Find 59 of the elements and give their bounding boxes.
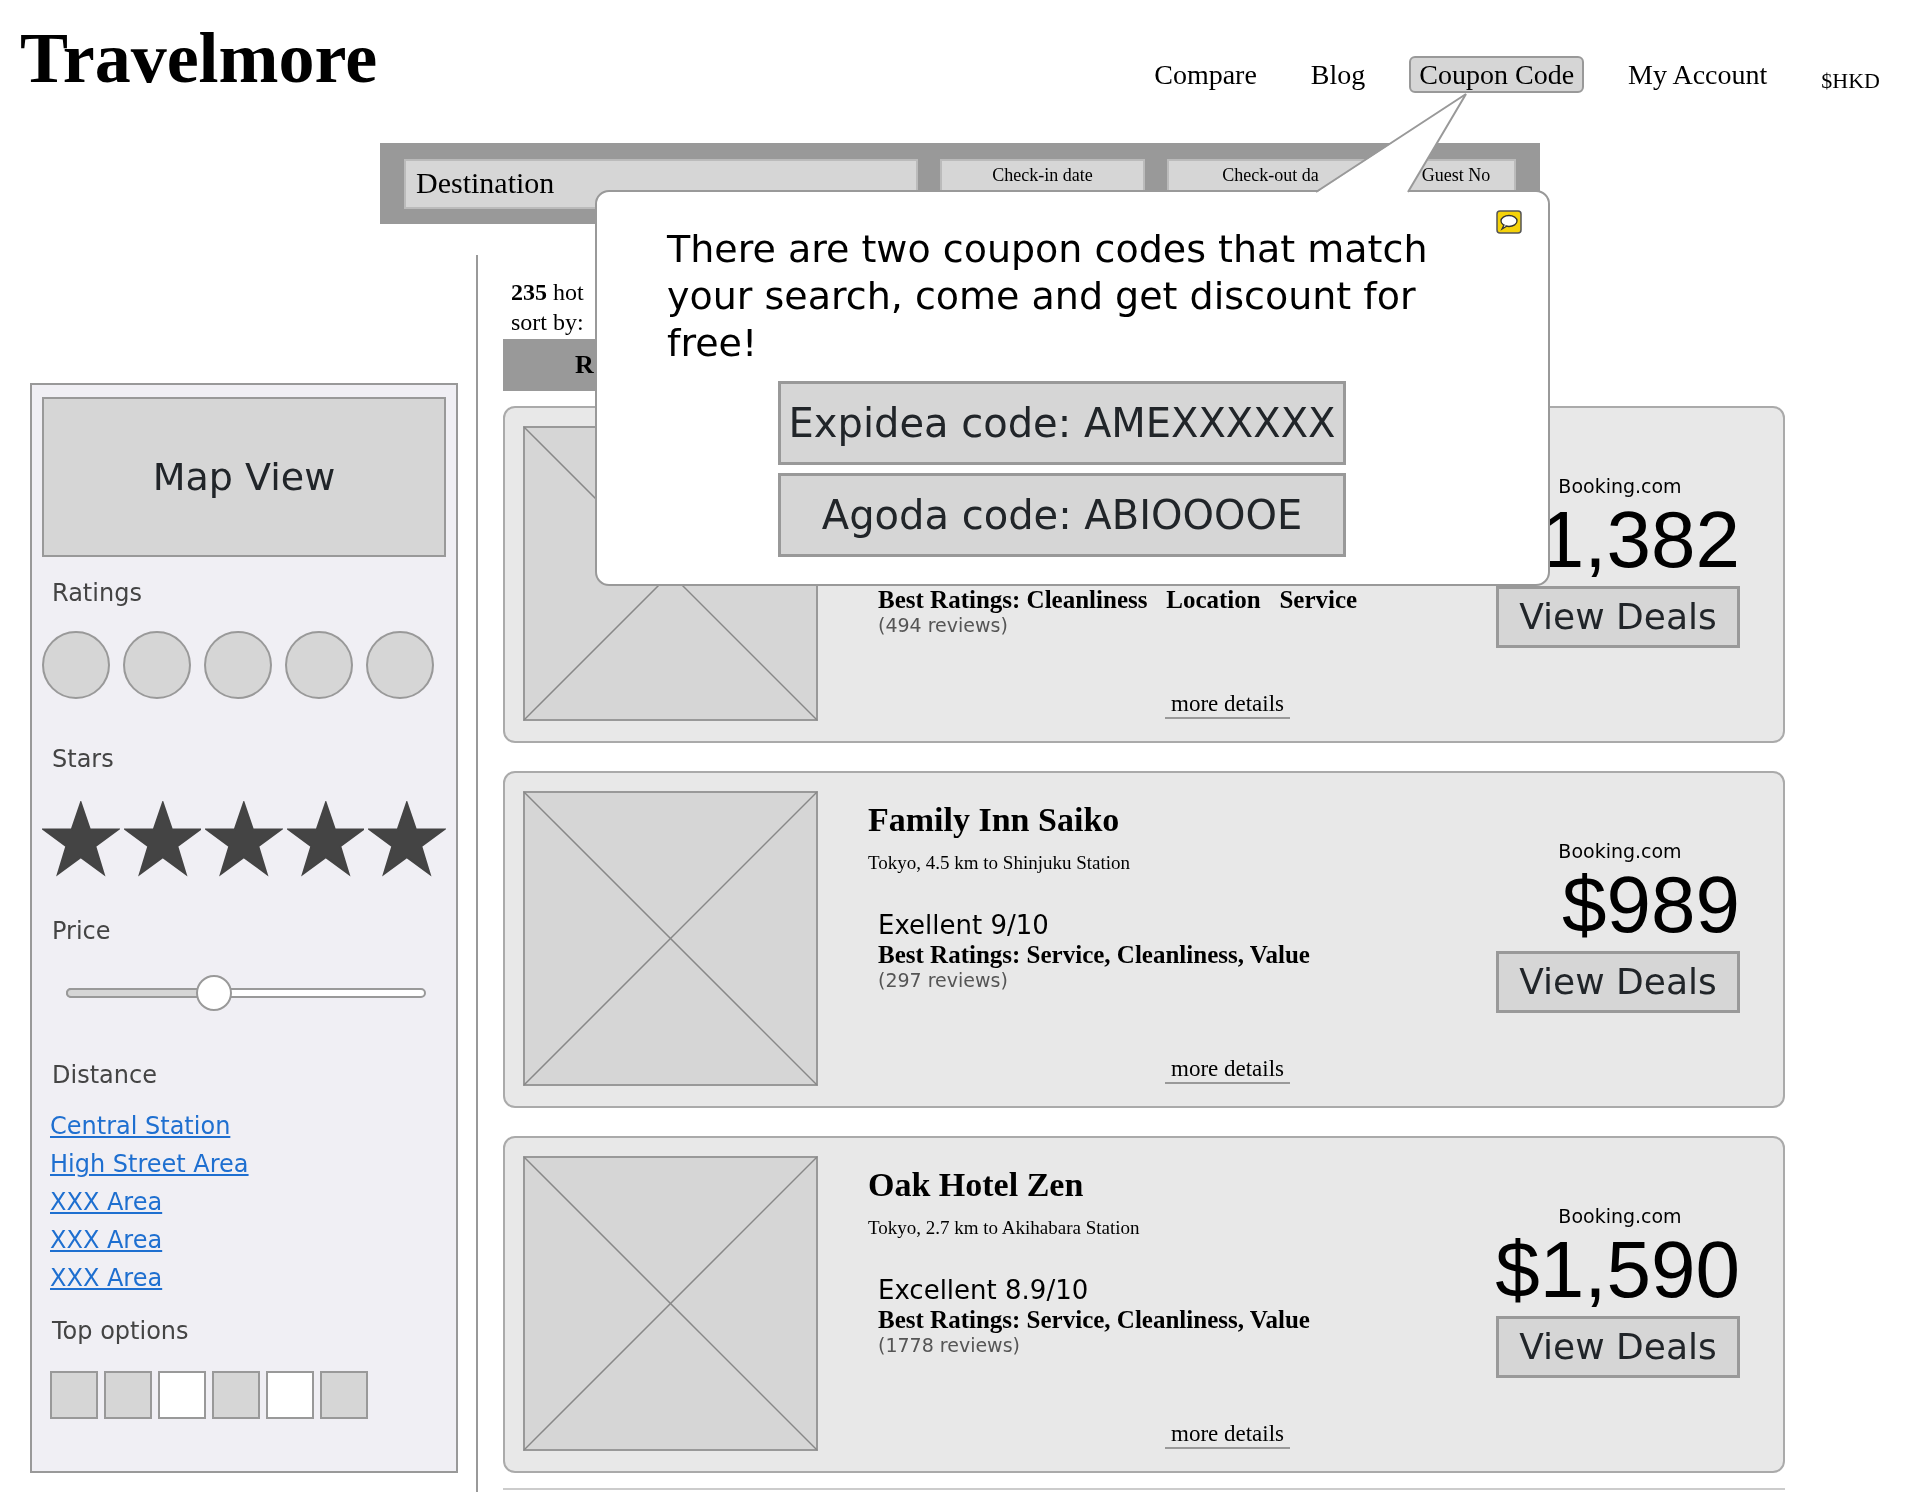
option-checkbox[interactable] [158,1371,206,1419]
star-icon[interactable] [286,801,365,877]
coupon-code-button[interactable]: Expidea code: AMEXXXXXX [778,381,1346,465]
comment-icon[interactable] [1496,210,1522,234]
nav-link[interactable]: Compare [1144,56,1267,93]
view-deals-button[interactable]: View Deals [1496,586,1740,648]
view-deals-button[interactable]: View Deals [1496,951,1740,1013]
hotel-location: Tokyo, 4.5 km to Shinjuku Station [868,851,1132,875]
option-checkbox[interactable] [212,1371,260,1419]
nav-link[interactable]: Coupon Code [1409,56,1585,93]
filter-label: Ratings [51,578,143,609]
star-icon[interactable] [368,801,446,877]
result-count: 235 hot [511,278,584,307]
hotel-name: Family Inn Saiko [868,800,1121,840]
nav-link[interactable]: My Account [1618,56,1778,93]
hotel-price: $1,590 [1494,1228,1740,1312]
distance-link[interactable]: Central Station [50,1107,231,1145]
hotel-price: 1,382 [1538,498,1740,582]
filter-label: Stars [51,744,115,775]
star-icon[interactable] [123,801,202,877]
best-ratings: Best Ratings: Service, Cleanliness, Value [878,1306,1310,1334]
hotel-price: $989 [1562,863,1740,947]
distance-link[interactable]: XXX Area [50,1221,163,1259]
star-icon[interactable] [205,801,283,877]
hotel-name: Oak Hotel Zen [868,1165,1085,1205]
best-ratings: Best Ratings: Cleanliness Location Service [878,586,1358,614]
nav-link[interactable]: Blog [1300,56,1376,93]
option-checkbox[interactable] [104,1371,152,1419]
booking-source: Booking.com [1557,1204,1683,1228]
option-checkbox[interactable] [50,1371,98,1419]
filter-label: Distance [51,1060,158,1091]
booking-source: Booking.com [1557,839,1683,863]
distance-link[interactable]: XXX Area [50,1183,163,1221]
popover-message: There are two coupon codes that match your search, come and get discount for free! [667,226,1429,367]
map-view-button[interactable]: Map View [42,397,446,557]
filter-label: Top options [51,1316,190,1347]
rating-score: Excellent 8.9/10 [878,1274,1090,1306]
logo[interactable]: Travelmore [0,0,378,143]
review-count: (494 reviews) [878,614,1009,636]
slider-thumb[interactable] [195,975,232,1011]
currency-link[interactable]: $HKD [1811,62,1890,99]
filter-label: Price [51,916,112,947]
more-details-link[interactable]: more details [1165,1421,1291,1449]
distance-link[interactable]: XXX Area [50,1259,163,1297]
more-details-link[interactable]: more details [1165,691,1291,719]
view-deals-button[interactable]: View Deals [1496,1316,1740,1378]
rating-score: Exellent 9/10 [878,909,1050,941]
review-count: (297 reviews) [878,969,1009,991]
best-ratings: Best Ratings: Service, Cleanliness, Value [878,941,1310,969]
booking-source: Booking.com [1557,474,1683,498]
review-count: (1778 reviews) [878,1334,1021,1356]
coupon-code-button[interactable]: Agoda code: ABIOOOOE [778,473,1346,557]
star-icon[interactable] [42,801,120,877]
hotel-location: Tokyo, 2.7 km to Akihabara Station [868,1216,1141,1240]
more-details-link[interactable]: more details [1165,1056,1291,1084]
sort-label: sort by: [511,308,584,337]
option-checkbox[interactable] [266,1371,314,1419]
distance-link[interactable]: High Street Area [50,1145,249,1183]
option-checkbox[interactable] [320,1371,368,1419]
